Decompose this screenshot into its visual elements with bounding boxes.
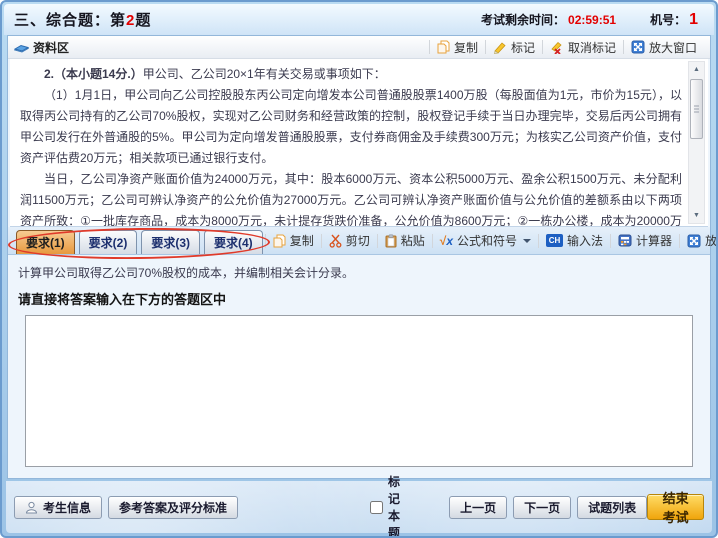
clipboard-icon [385,234,397,248]
highlighter-icon [493,41,507,54]
remaining-time: 考试剩余时间：02:59:51 [481,11,616,28]
input-method-button[interactable]: CH 输入法 [539,227,610,254]
scroll-up-icon[interactable]: ▲ [689,62,704,77]
question-list-button[interactable]: 试题列表 [577,496,647,519]
calculator-icon [618,234,632,247]
mark-button[interactable]: 标记 [486,37,542,57]
timer-value: 02:59:51 [568,13,616,27]
reference-answer-button[interactable]: 参考答案及评分标准 [108,496,238,519]
unmark-icon [550,41,564,54]
main-panel: 资料区 复制 标记 取消标记 放大窗口 [7,35,711,479]
tab-requirement-2[interactable]: 要求(2) [79,230,138,254]
question-number: 2 [126,12,135,29]
material-paragraph-2: （1）1月1日，甲公司向乙公司控股股东丙公司定向增发本公司普通股股票1400万股… [20,85,682,169]
answer-enlarge-window-button[interactable]: 放大窗口 [680,227,718,254]
answer-textarea[interactable] [25,315,693,467]
paste-button[interactable]: 粘贴 [378,227,432,254]
ime-icon: CH [546,234,563,247]
page-nav-group: 上一页 下一页 试题列表 [449,496,647,519]
enlarge-window-icon [687,234,701,248]
requirement-tab-bar: 要求(1) 要求(2) 要求(3) 要求(4) 复制 剪切 粘贴 [8,227,710,255]
chevron-down-icon [523,239,531,243]
answer-copy-button[interactable]: 复制 [266,227,321,254]
machine-value: 1 [689,11,698,28]
material-title: 资料区 [33,39,69,56]
material-scrollbar[interactable]: ▲ ▼ [688,61,705,224]
prev-page-button[interactable]: 上一页 [449,496,507,519]
material-text-area: 2.（本小题14分.）甲公司、乙公司20×1年有关交易或事项如下： （1）1月1… [10,59,708,227]
material-header: 资料区 复制 标记 取消标记 放大窗口 [8,36,710,59]
book-icon [14,41,29,54]
copy-icon [437,40,450,54]
scissors-icon [329,234,342,248]
title-bar: 三、综合题：第2题 考试剩余时间：02:59:51 机号：1 [4,4,714,35]
candidate-info-button[interactable]: 考生信息 [14,496,102,519]
copy-icon [273,234,286,248]
answer-toolbar: 复制 剪切 粘贴 √√xx 公式和符号 [265,227,718,254]
tab-requirement-3[interactable]: 要求(3) [141,230,200,254]
cut-button[interactable]: 剪切 [322,227,377,254]
next-page-button[interactable]: 下一页 [513,496,571,519]
task-text: 计算甲公司取得乙公司70%股权的成本，并编制相关会计分录。 [18,264,700,281]
material-paragraph-3: 当日，乙公司净资产账面价值为24000万元，其中：股本6000万元、资本公积50… [20,169,682,227]
scrollbar-thumb[interactable] [690,79,703,139]
footer-bar: 考生信息 参考答案及评分标准 标记本题 上一页 下一页 试题列表 结束考试 [6,481,712,533]
copy-button[interactable]: 复制 [430,37,485,57]
end-exam-button[interactable]: 结束考试 [647,494,704,520]
machine-number: 机号：1 [650,11,698,29]
tab-requirement-4[interactable]: 要求(4) [204,230,263,254]
material-paragraph-1: 2.（本小题14分.）甲公司、乙公司20×1年有关交易或事项如下： [20,64,682,85]
mark-question-checkbox[interactable] [370,501,383,514]
answer-instruction: 请直接将答案输入在下方的答题区中 [18,289,700,308]
answer-section: 计算甲公司取得乙公司70%股权的成本，并编制相关会计分录。 请直接将答案输入在下… [8,255,710,467]
formula-symbols-button[interactable]: √√xx 公式和符号 [433,227,538,254]
mark-question-group: 标记本题 [370,473,409,538]
page-title: 三、综合题：第2题 [14,9,151,30]
calculator-button[interactable]: 计算器 [611,227,679,254]
tab-requirement-1[interactable]: 要求(1) [16,230,75,254]
enlarge-window-button[interactable]: 放大窗口 [624,37,704,57]
scroll-down-icon[interactable]: ▼ [689,208,704,223]
mark-question-label: 标记本题 [388,473,409,538]
person-icon [25,501,38,514]
exam-window: 三、综合题：第2题 考试剩余时间：02:59:51 机号：1 资料区 复制 标记 [0,0,718,538]
enlarge-window-icon [631,40,645,54]
unmark-button[interactable]: 取消标记 [543,37,623,57]
formula-icon: √√xx [440,234,453,248]
